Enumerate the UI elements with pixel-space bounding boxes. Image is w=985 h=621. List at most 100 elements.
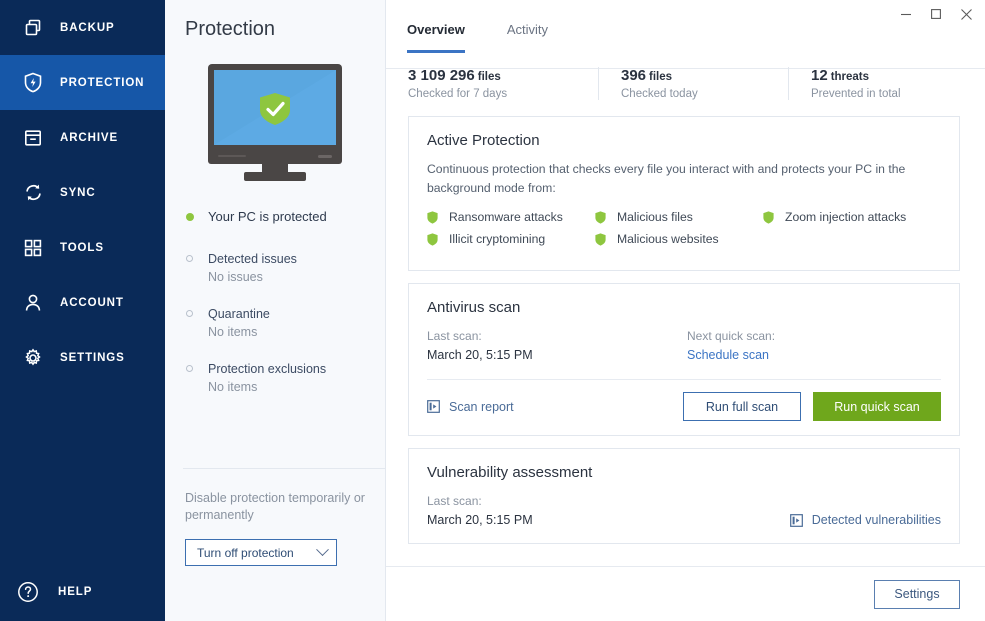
- list-item-detected-issues[interactable]: Detected issues No issues: [186, 250, 385, 286]
- list-item: Malicious files: [595, 210, 763, 224]
- stat-subtitle: Checked today: [621, 88, 788, 100]
- disable-protection-description: Disable protection temporarily or perman…: [185, 490, 373, 524]
- main-content: Overview Activity 3 109 296files Checked…: [386, 0, 985, 621]
- stat-number: 396: [621, 67, 646, 84]
- stat-number: 3 109 296: [408, 67, 475, 84]
- sidebar-item-label: BACKUP: [60, 22, 115, 34]
- status-item-value: No issues: [208, 270, 263, 284]
- shield-icon: [763, 211, 774, 224]
- last-scan-info: Last scan: March 20, 5:15 PM: [427, 329, 687, 362]
- detected-vulnerabilities-link[interactable]: Detected vulnerabilities: [790, 513, 941, 527]
- sidebar-item-tools[interactable]: TOOLS: [0, 220, 165, 275]
- scan-actions: Scan report Run full scan Run quick scan: [409, 380, 959, 435]
- disable-protection-block: Disable protection temporarily or perman…: [185, 490, 373, 566]
- sidebar-item-label: HELP: [58, 586, 92, 598]
- report-icon: [427, 400, 440, 413]
- stat-number: 12: [811, 67, 828, 84]
- list-item: Illicit cryptomining: [427, 232, 595, 246]
- report-icon: [790, 514, 803, 527]
- pc-status-label: Your PC is protected: [208, 209, 327, 224]
- sidebar-spacer: [0, 385, 165, 563]
- stat-subtitle: Checked for 7 days: [408, 88, 598, 100]
- card-title: Vulnerability assessment: [409, 449, 959, 481]
- last-scan-value: March 20, 5:15 PM: [427, 348, 687, 362]
- bullet-circle-icon: [186, 310, 193, 317]
- shield-icon: [595, 211, 606, 224]
- list-item: Zoom injection attacks: [763, 210, 943, 224]
- sidebar-item-account[interactable]: ACCOUNT: [0, 275, 165, 330]
- link-label: Detected vulnerabilities: [812, 513, 941, 527]
- page-title: Protection: [165, 0, 385, 41]
- link-label: Scan report: [449, 400, 514, 414]
- monitor-with-shield-icon: [165, 59, 385, 187]
- feature-label: Ransomware attacks: [449, 210, 563, 224]
- scan-buttons: Run full scan Run quick scan: [683, 392, 941, 421]
- card-title: Antivirus scan: [409, 284, 959, 316]
- feature-label: Malicious files: [617, 210, 693, 224]
- card-description: Continuous protection that checks every …: [409, 149, 959, 198]
- sidebar-item-backup[interactable]: BACKUP: [0, 0, 165, 55]
- divider: [183, 468, 385, 469]
- stat-files-checked-today: 396files Checked today: [598, 67, 788, 100]
- feature-label: Malicious websites: [617, 232, 719, 246]
- status-item-value: No items: [208, 380, 257, 394]
- sidebar-item-settings[interactable]: SETTINGS: [0, 330, 165, 385]
- sidebar-item-label: TOOLS: [60, 242, 104, 254]
- next-scan-info: Next quick scan: Schedule scan: [687, 329, 947, 362]
- bullet-circle-icon: [186, 365, 193, 372]
- tab-label: Activity: [507, 22, 548, 37]
- list-item: Ransomware attacks: [427, 210, 595, 224]
- gear-icon: [22, 347, 44, 369]
- tab-label: Overview: [407, 22, 465, 37]
- shield-bolt-icon: [22, 72, 44, 94]
- shield-icon: [427, 211, 438, 224]
- card-active-protection: Active Protection Continuous protection …: [408, 116, 960, 271]
- tab-bar: Overview Activity: [386, 22, 985, 44]
- schedule-scan-link[interactable]: Schedule scan: [687, 348, 947, 362]
- grid-squares-icon: [22, 237, 44, 259]
- stat-unit: files: [478, 71, 501, 83]
- stat-threats-prevented: 12threats Prevented in total: [788, 67, 968, 100]
- list-item: Malicious websites: [595, 232, 763, 246]
- sidebar-item-protection[interactable]: PROTECTION: [0, 55, 165, 110]
- feature-label: Zoom injection attacks: [785, 210, 906, 224]
- protection-feature-list: Ransomware attacks Malicious files Zoom …: [409, 198, 959, 270]
- list-item-quarantine[interactable]: Quarantine No items: [186, 305, 385, 341]
- stat-subtitle: Prevented in total: [811, 88, 968, 100]
- settings-button[interactable]: Settings: [874, 580, 960, 609]
- card-antivirus-scan: Antivirus scan Last scan: March 20, 5:15…: [408, 283, 960, 436]
- sidebar-item-help[interactable]: HELP: [0, 563, 165, 621]
- turn-off-protection-dropdown[interactable]: Turn off protection: [185, 539, 337, 566]
- sidebar-item-archive[interactable]: ARCHIVE: [0, 110, 165, 165]
- last-scan-label: Last scan:: [427, 329, 687, 343]
- sidebar-item-sync[interactable]: SYNC: [0, 165, 165, 220]
- tab-activity[interactable]: Activity: [507, 22, 548, 53]
- next-scan-label: Next quick scan:: [687, 329, 947, 343]
- sync-arrows-icon: [22, 182, 44, 204]
- run-quick-scan-button[interactable]: Run quick scan: [813, 392, 941, 421]
- stat-unit: files: [649, 71, 672, 83]
- last-scan-value: March 20, 5:15 PM: [427, 513, 533, 527]
- question-circle-icon: [14, 578, 42, 606]
- pc-protected-status: Your PC is protected: [165, 209, 385, 224]
- status-list: Detected issues No issues Quarantine No …: [165, 250, 385, 396]
- run-full-scan-button[interactable]: Run full scan: [683, 392, 801, 421]
- sidebar-item-label: PROTECTION: [60, 77, 144, 89]
- sidebar-item-label: ARCHIVE: [60, 132, 118, 144]
- tab-overview[interactable]: Overview: [407, 22, 465, 53]
- last-scan-info: Last scan: March 20, 5:15 PM: [427, 494, 533, 527]
- chevron-down-icon: [316, 543, 329, 556]
- stat-unit: threats: [831, 71, 869, 83]
- card-title: Active Protection: [409, 117, 959, 149]
- status-item-value: No items: [208, 325, 257, 339]
- sidebar-item-label: ACCOUNT: [60, 297, 124, 309]
- list-item-protection-exclusions[interactable]: Protection exclusions No items: [186, 360, 385, 396]
- status-item-name: Quarantine: [208, 307, 270, 321]
- dropdown-label: Turn off protection: [197, 546, 294, 560]
- shield-icon: [595, 233, 606, 246]
- cards-area: Active Protection Continuous protection …: [386, 100, 985, 556]
- vulnerability-info: Last scan: March 20, 5:15 PM Detected vu…: [409, 481, 959, 543]
- status-item-name: Detected issues: [208, 252, 297, 266]
- scan-report-link[interactable]: Scan report: [427, 400, 514, 414]
- bottom-bar: Settings: [386, 566, 985, 621]
